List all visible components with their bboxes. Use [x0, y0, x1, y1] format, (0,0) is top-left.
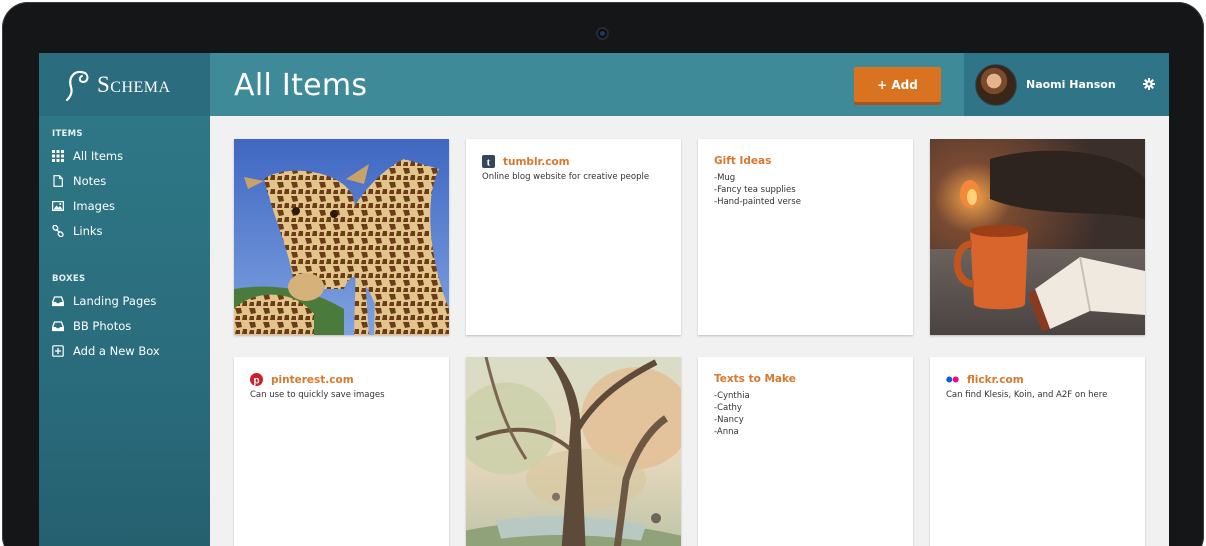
link-card-flickr[interactable]: flickr.com Can find Klesis, Koin, and A2… — [930, 357, 1145, 546]
sidebar-box-bb-photos[interactable]: BB Photos — [52, 317, 131, 335]
card-title-row: t tumblr.com — [482, 155, 570, 168]
note-line: -Hand-painted verse — [714, 197, 801, 207]
sidebar-item-label: BB Photos — [73, 319, 132, 333]
card-title-row: flickr.com — [946, 373, 1024, 386]
svg-text:p: p — [253, 375, 259, 386]
card-title[interactable]: pinterest.com — [271, 374, 354, 386]
sidebar-add-new-box[interactable]: Add a New Box — [52, 342, 160, 360]
note-line: -Anna — [714, 427, 739, 437]
sidebar-item-all-items[interactable]: All Items — [52, 147, 123, 165]
note-line: -Cathy — [714, 403, 742, 413]
image-card-giraffes[interactable] — [234, 139, 449, 335]
top-bar: Schema All Items + Add Naomi Hanson — [39, 53, 1169, 116]
add-button[interactable]: + Add — [854, 67, 941, 102]
note-icon — [53, 175, 63, 187]
inbox-icon — [52, 321, 64, 332]
image-card-watercolor-forest[interactable] — [466, 357, 681, 546]
mug-photo — [930, 139, 1145, 335]
card-description: Can find Klesis, Koin, and A2F on here — [946, 390, 1108, 400]
page-title: All Items — [234, 68, 368, 103]
logo[interactable]: Schema — [39, 53, 210, 116]
card-title-row: p pinterest.com — [250, 373, 354, 386]
link-card-tumblr[interactable]: t tumblr.com Online blog website for cre… — [466, 139, 681, 335]
card-title[interactable]: flickr.com — [967, 374, 1024, 386]
user-name: Naomi Hanson — [1026, 78, 1116, 91]
grid-icon — [52, 150, 64, 162]
note-line: -Cynthia — [714, 391, 750, 401]
note-line: -Mug — [714, 173, 736, 183]
sidebar-item-label: Add a New Box — [73, 344, 160, 358]
card-description: Can use to quickly save images — [250, 390, 385, 400]
gear-icon[interactable] — [1143, 78, 1155, 90]
sidebar-item-label: All Items — [73, 149, 124, 163]
link-card-pinterest[interactable]: p pinterest.com Can use to quickly save … — [234, 357, 449, 546]
tumblr-icon: t — [482, 155, 495, 168]
flickr-icon — [946, 376, 959, 383]
logo-text: Schema — [97, 71, 171, 97]
link-icon — [52, 225, 64, 237]
card-title[interactable]: tumblr.com — [503, 156, 570, 168]
note-line: -Fancy tea supplies — [714, 185, 796, 195]
sidebar-heading-boxes: BOXES — [52, 274, 86, 284]
sidebar-heading-items: ITEMS — [52, 129, 83, 139]
card-title[interactable]: Gift Ideas — [714, 155, 771, 167]
note-line: -Nancy — [714, 415, 744, 425]
card-title[interactable]: Texts to Make — [714, 373, 796, 385]
sidebar-item-label: Images — [73, 199, 116, 213]
pinterest-icon: p — [250, 373, 263, 386]
camera-dot — [596, 27, 609, 40]
user-menu[interactable]: Naomi Hanson — [964, 53, 1169, 116]
sidebar-item-notes[interactable]: Notes — [52, 172, 106, 190]
plus-square-icon — [52, 345, 64, 357]
card-description: Online blog website for creative people — [482, 172, 650, 182]
note-card-gift-ideas[interactable]: Gift Ideas -Mug -Fancy tea supplies -Han… — [698, 139, 913, 335]
sidebar-item-images[interactable]: Images — [52, 197, 115, 215]
watercolor-photo — [466, 357, 681, 546]
note-lines: -Mug -Fancy tea supplies -Hand-painted v… — [714, 172, 801, 208]
image-card-mug-book[interactable] — [930, 139, 1145, 335]
avatar[interactable] — [975, 63, 1017, 106]
sidebar-item-label: Landing Pages — [73, 294, 157, 308]
note-card-texts-to-make[interactable]: Texts to Make -Cynthia -Cathy -Nancy -An… — [698, 357, 913, 546]
sidebar-item-links[interactable]: Links — [52, 222, 103, 240]
sidebar-box-landing-pages[interactable]: Landing Pages — [52, 292, 156, 310]
sidebar-item-label: Links — [73, 224, 103, 238]
svg-text:t: t — [487, 157, 491, 169]
image-icon — [52, 201, 64, 212]
inbox-icon — [52, 296, 64, 307]
logo-swirl-icon — [65, 70, 89, 101]
note-lines: -Cynthia -Cathy -Nancy -Anna — [714, 390, 750, 438]
sidebar-item-label: Notes — [73, 174, 107, 188]
giraffe-photo — [234, 139, 449, 335]
sidebar: ITEMS All Items Notes Images Links BOXES… — [39, 116, 210, 546]
app-screen: Schema All Items + Add Naomi Hanson ITEM… — [39, 53, 1169, 546]
